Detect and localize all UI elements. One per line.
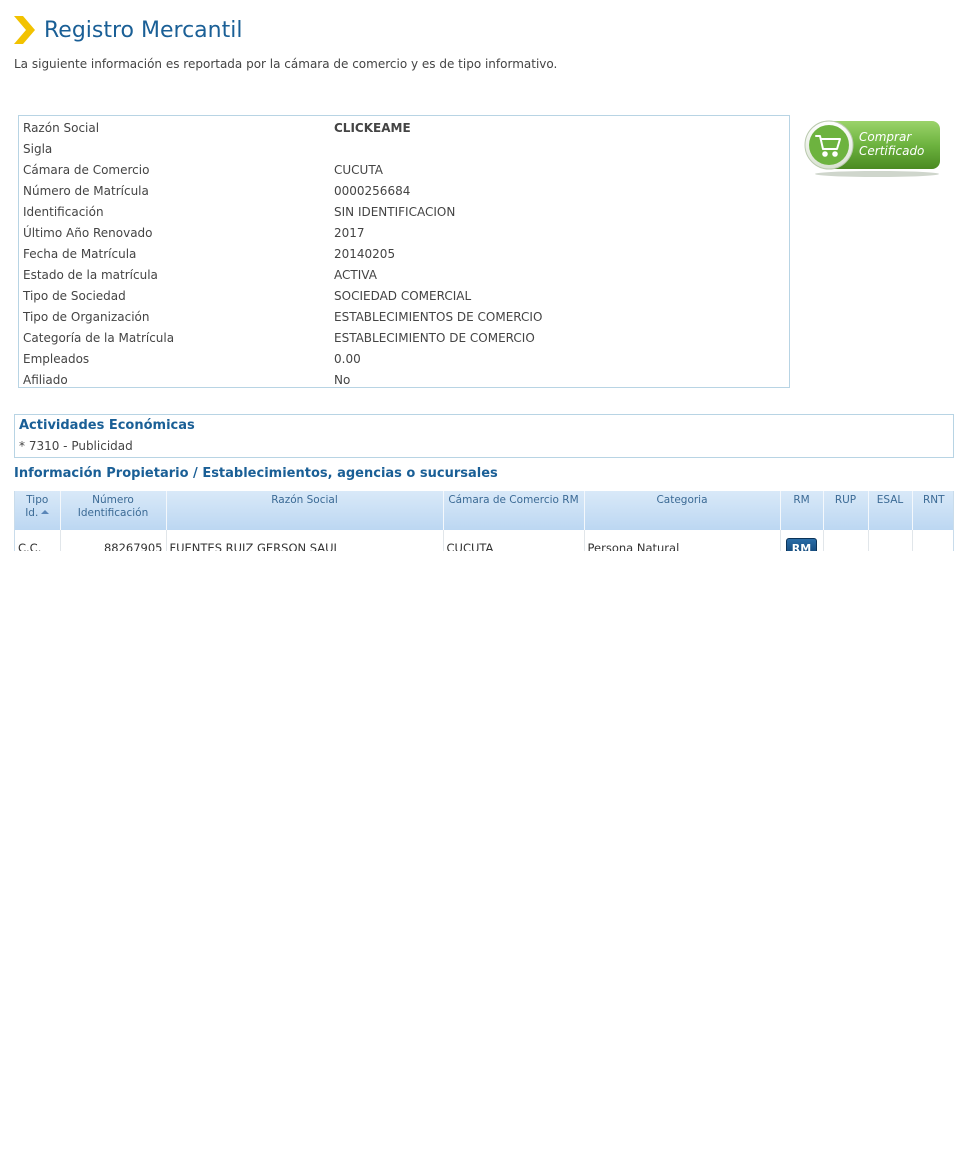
economic-activities-panel: Actividades Económicas * 7310 - Publicid… bbox=[14, 414, 954, 458]
info-row-matricula: Número de Matrícula 0000256684 bbox=[22, 180, 542, 201]
diamond-bullet-icon bbox=[14, 16, 35, 44]
info-value: ESTABLECIMIENTO DE COMERCIO bbox=[334, 330, 535, 345]
info-value: ESTABLECIMIENTOS DE COMERCIO bbox=[334, 309, 543, 324]
cell-camara: CUCUTA bbox=[443, 530, 585, 551]
buy-certificate-button[interactable]: Comprar Certificado bbox=[803, 116, 943, 178]
info-row-afiliado: Afiliado No bbox=[22, 369, 542, 390]
column-header-camara[interactable]: Cámara de Comercio RM bbox=[443, 491, 585, 530]
sort-ascending-icon bbox=[41, 510, 50, 514]
table-row: C.C. 88267905 FUENTES RUIZ GERSON SAUL C… bbox=[15, 530, 953, 551]
column-header-tipo-l2: Id. bbox=[25, 507, 39, 519]
cell-rm: RM bbox=[780, 530, 824, 551]
column-header-rup[interactable]: RUP bbox=[823, 491, 869, 530]
activity-item: * 7310 - Publicidad bbox=[19, 439, 133, 453]
info-row-identificacion: Identificación SIN IDENTIFICACION bbox=[22, 201, 542, 222]
info-label: Identificación bbox=[23, 204, 104, 219]
info-label: Sigla bbox=[23, 141, 53, 156]
info-value: SIN IDENTIFICACION bbox=[334, 204, 456, 219]
column-header-numero-l2: Identificación bbox=[77, 507, 149, 519]
registration-info-table: Razón Social CLICKEAME Sigla Cámara de C… bbox=[22, 117, 542, 390]
column-header-tipo-l1: Tipo bbox=[26, 494, 49, 506]
info-row-ultimo-ano: Último Año Renovado 2017 bbox=[22, 222, 542, 243]
info-label: Empleados bbox=[23, 351, 90, 366]
info-value: 0.00 bbox=[334, 351, 361, 366]
info-value: ACTIVA bbox=[334, 267, 377, 282]
info-label: Tipo de Sociedad bbox=[23, 288, 126, 303]
page-header: Registro Mercantil bbox=[14, 14, 242, 46]
info-label: Estado de la matrícula bbox=[23, 267, 158, 282]
column-header-rnt[interactable]: RNT bbox=[912, 491, 953, 530]
info-label: Número de Matrícula bbox=[23, 183, 149, 198]
info-value: CUCUTA bbox=[334, 162, 383, 177]
owners-header-row: Tipo Id. Número Identificación Razón Soc… bbox=[15, 491, 953, 530]
info-label: Razón Social bbox=[23, 120, 100, 135]
cell-esal bbox=[868, 530, 913, 551]
buy-button-line1: Comprar bbox=[859, 130, 912, 144]
column-header-tipo-id[interactable]: Tipo Id. bbox=[15, 491, 61, 530]
info-row-sigla: Sigla bbox=[22, 138, 542, 159]
info-row-camara: Cámara de Comercio CUCUTA bbox=[22, 159, 542, 180]
info-value: 2017 bbox=[334, 225, 365, 240]
info-row-tipo-organizacion: Tipo de Organización ESTABLECIMIENTOS DE… bbox=[22, 306, 542, 327]
column-header-rm[interactable]: RM bbox=[780, 491, 824, 530]
info-value: 20140205 bbox=[334, 246, 396, 261]
page-title: Registro Mercantil bbox=[44, 17, 243, 43]
info-row-empleados: Empleados 0.00 bbox=[22, 348, 542, 369]
column-header-numero-l1: Número bbox=[92, 494, 134, 506]
info-value: No bbox=[334, 372, 351, 387]
info-row-tipo-sociedad: Tipo de Sociedad SOCIEDAD COMERCIAL bbox=[22, 285, 542, 306]
owners-section-title: Información Propietario / Establecimient… bbox=[14, 466, 498, 481]
cell-tipo-id: C.C. bbox=[15, 530, 61, 551]
info-row-estado: Estado de la matrícula ACTIVA bbox=[22, 264, 542, 285]
page: Registro Mercantil La siguiente informac… bbox=[0, 0, 969, 1160]
cell-rnt bbox=[912, 530, 953, 551]
info-row-fecha: Fecha de Matrícula 20140205 bbox=[22, 243, 542, 264]
info-label: Tipo de Organización bbox=[23, 309, 150, 324]
cell-rup bbox=[823, 530, 869, 551]
activities-title: Actividades Económicas bbox=[19, 418, 195, 433]
registration-info-panel: Razón Social CLICKEAME Sigla Cámara de C… bbox=[18, 115, 790, 388]
info-label: Fecha de Matrícula bbox=[23, 246, 137, 261]
cell-categoria: Persona Natural bbox=[584, 530, 781, 551]
info-value: CLICKEAME bbox=[334, 120, 411, 135]
owners-grid: Tipo Id. Número Identificación Razón Soc… bbox=[14, 491, 954, 551]
info-value bbox=[333, 138, 542, 159]
info-value: SOCIEDAD COMERCIAL bbox=[334, 288, 472, 303]
column-header-razon-social[interactable]: Razón Social bbox=[166, 491, 444, 530]
rm-button[interactable]: RM bbox=[786, 538, 817, 551]
info-row-razon-social: Razón Social CLICKEAME bbox=[22, 117, 542, 138]
info-label: Categoría de la Matrícula bbox=[23, 330, 175, 345]
info-row-categoria: Categoría de la Matrícula ESTABLECIMIENT… bbox=[22, 327, 542, 348]
cell-razon-social: FUENTES RUIZ GERSON SAUL bbox=[166, 530, 444, 551]
column-header-categoria[interactable]: Categoria bbox=[584, 491, 781, 530]
info-label: Afiliado bbox=[23, 372, 68, 387]
info-label: Cámara de Comercio bbox=[23, 162, 150, 177]
info-value: 0000256684 bbox=[334, 183, 411, 198]
page-subtitle: La siguiente información es reportada po… bbox=[14, 57, 558, 71]
buy-button-line2: Certificado bbox=[859, 144, 924, 158]
cell-numero: 88267905 bbox=[60, 530, 167, 551]
column-header-esal[interactable]: ESAL bbox=[868, 491, 913, 530]
owners-table: Tipo Id. Número Identificación Razón Soc… bbox=[15, 491, 953, 551]
info-label: Último Año Renovado bbox=[23, 225, 153, 240]
column-header-numero[interactable]: Número Identificación bbox=[60, 491, 167, 530]
